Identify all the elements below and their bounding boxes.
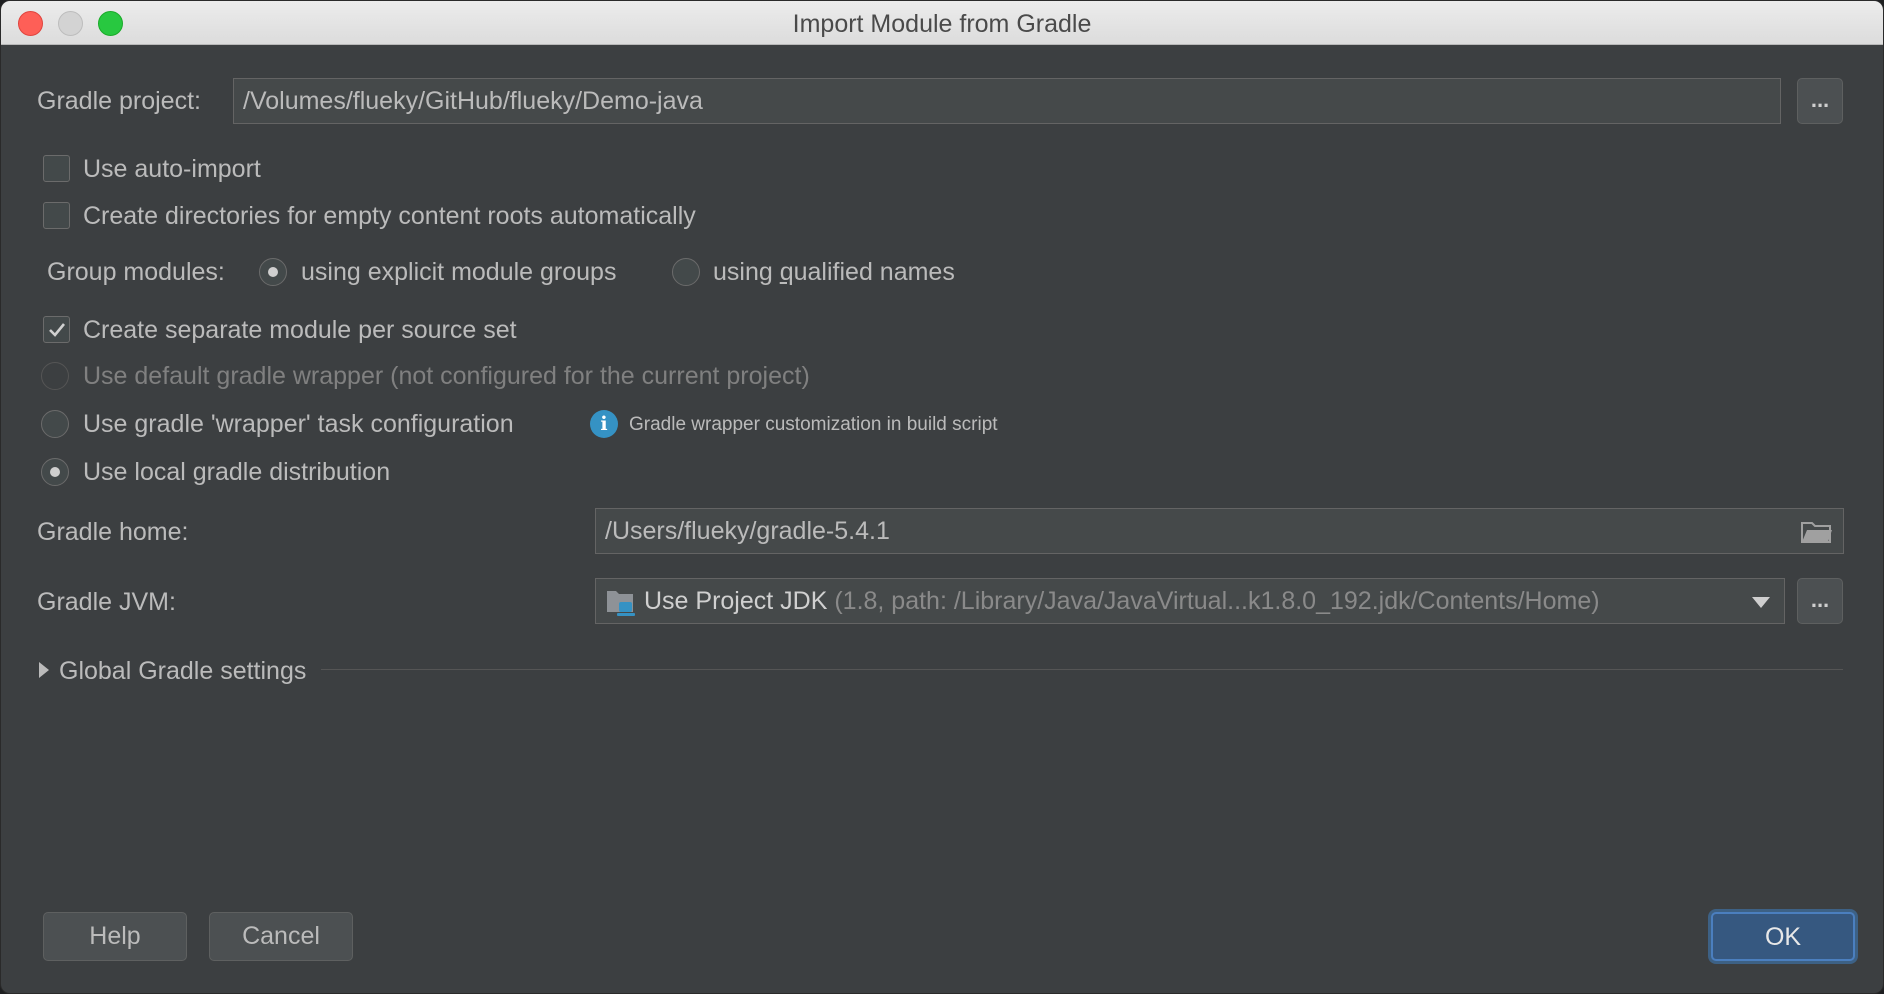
checkmark-icon xyxy=(49,323,66,337)
gradle-jvm-browse-button[interactable]: ... xyxy=(1797,578,1843,624)
separate-module-checkbox[interactable] xyxy=(43,316,70,343)
group-modules-label: Group modules: xyxy=(47,258,225,286)
auto-import-checkbox[interactable] xyxy=(43,155,70,182)
gradle-home-input[interactable]: /Users/flueky/gradle-5.4.1 xyxy=(595,508,1844,554)
window-title: Import Module from Gradle xyxy=(792,10,1092,38)
gradle-project-label: Gradle project: xyxy=(37,87,201,115)
chevron-down-icon[interactable] xyxy=(1752,597,1770,608)
info-icon: i xyxy=(590,410,618,438)
wrapper-hint-text: Gradle wrapper customization in build sc… xyxy=(629,414,998,435)
group-explicit-label: using explicit module groups xyxy=(301,258,617,286)
title-bar: Import Module from Gradle xyxy=(1,1,1883,45)
gradle-home-label: Gradle home: xyxy=(37,518,189,546)
gradle-project-input[interactable]: /Volumes/flueky/GitHub/flueky/Demo-java xyxy=(233,78,1781,124)
separate-module-label: Create separate module per source set xyxy=(83,316,517,344)
wrapper-task-radio[interactable] xyxy=(41,410,69,438)
group-qualified-label: using qualified names xyxy=(713,258,955,286)
local-distribution-label: Use local gradle distribution xyxy=(83,458,391,486)
gradle-jvm-text: Use Project JDK (1.8, path: /Library/Jav… xyxy=(644,579,1600,623)
group-explicit-radio[interactable] xyxy=(259,258,287,286)
folder-icon[interactable] xyxy=(1801,520,1833,544)
gradle-jvm-combo[interactable]: Use Project JDK (1.8, path: /Library/Jav… xyxy=(595,578,1785,624)
local-distribution-radio[interactable] xyxy=(41,458,69,486)
global-settings-separator xyxy=(321,669,1843,670)
cancel-button[interactable]: Cancel xyxy=(209,912,353,961)
triangle-right-icon[interactable] xyxy=(39,662,49,678)
dialog-window: Import Module from Gradle Gradle project… xyxy=(0,0,1884,994)
gradle-jvm-label: Gradle JVM: xyxy=(37,588,176,616)
create-dirs-label: Create directories for empty content roo… xyxy=(83,202,696,230)
global-settings-toggle[interactable]: Global Gradle settings xyxy=(59,657,306,686)
default-wrapper-radio xyxy=(41,362,69,390)
radio-selected-dot xyxy=(268,267,278,277)
gradle-home-value: /Users/flueky/gradle-5.4.1 xyxy=(605,517,890,545)
help-button[interactable]: Help xyxy=(43,912,187,961)
gradle-jvm-main: Use Project JDK xyxy=(644,587,828,615)
ok-button[interactable]: OK xyxy=(1711,912,1855,961)
default-wrapper-label: Use default gradle wrapper (not configur… xyxy=(83,362,810,390)
radio-selected-dot xyxy=(50,467,60,477)
create-dirs-checkbox[interactable] xyxy=(43,202,70,229)
wrapper-task-label: Use gradle 'wrapper' task configuration xyxy=(83,410,514,438)
jdk-folder-icon xyxy=(607,591,635,616)
auto-import-label: Use auto-import xyxy=(83,155,261,183)
gradle-project-browse-button[interactable]: ... xyxy=(1797,78,1843,124)
group-qualified-radio[interactable] xyxy=(672,258,700,286)
gradle-jvm-detail: (1.8, path: /Library/Java/JavaVirtual...… xyxy=(827,587,1600,615)
